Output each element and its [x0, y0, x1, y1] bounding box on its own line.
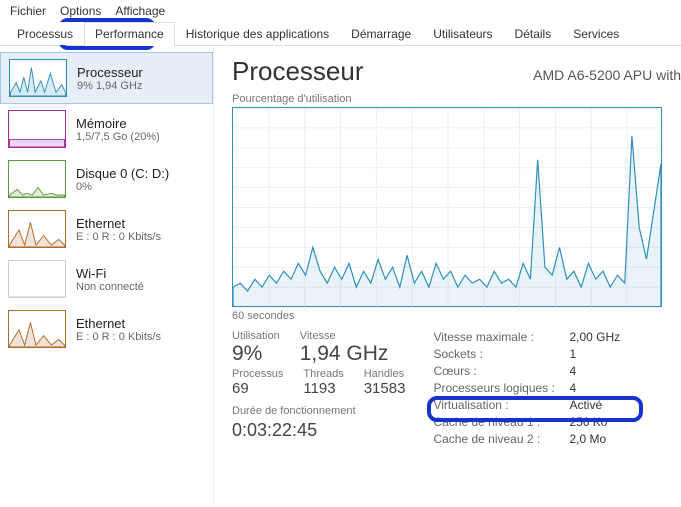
sidebar-thumb	[8, 110, 66, 148]
sidebar-item-ethernet[interactable]: EthernetE : 0 R : 0 Kbits/s	[0, 204, 213, 254]
tab-démarrage[interactable]: Démarrage	[340, 22, 422, 45]
metric-label: Processus	[232, 368, 283, 380]
cpu-name: AMD A6-5200 APU with	[533, 67, 681, 83]
metrics-big: Utilisation9% Vitesse1,94 GHz	[232, 330, 405, 366]
metric-label: Handles	[364, 368, 406, 380]
sidebar-item-sub: 9% 1,94 GHz	[77, 80, 143, 92]
detail-label: Virtualisation :	[433, 398, 563, 412]
detail-label: Processeurs logiques :	[433, 381, 563, 395]
sidebar-item-disque-0-c-d-[interactable]: Disque 0 (C: D:)0%	[0, 154, 213, 204]
metric-vitesse: Vitesse1,94 GHz	[300, 330, 389, 366]
metric-label: Utilisation	[232, 330, 280, 342]
metric-handles: Handles31583	[364, 368, 406, 397]
cpu-chart	[232, 107, 662, 307]
metric-value: 31583	[364, 380, 406, 397]
metric-value: 69	[232, 380, 283, 397]
detail-value: 2,0 Mo	[569, 432, 639, 446]
uptime-value: 0:03:22:45	[232, 420, 405, 441]
sidebar-item-title: Ethernet	[76, 216, 161, 231]
sidebar-item-title: Ethernet	[76, 316, 161, 331]
sidebar-item-processeur[interactable]: Processeur9% 1,94 GHz	[0, 52, 213, 104]
tab-détails[interactable]: Détails	[504, 22, 563, 45]
sidebar-item-title: Processeur	[77, 65, 143, 80]
menu-options[interactable]: Options	[60, 4, 101, 18]
sidebar-item-title: Disque 0 (C: D:)	[76, 166, 169, 181]
main-panel: Processeur AMD A6-5200 APU with Pourcent…	[214, 46, 681, 503]
page-title: Processeur	[232, 56, 364, 87]
detail-value: 4	[569, 364, 639, 378]
tab-processus[interactable]: Processus	[6, 22, 84, 45]
detail-label: Cache de niveau 2 :	[433, 432, 563, 446]
menu-fichier[interactable]: Fichier	[10, 4, 46, 18]
metric-value: 1193	[303, 380, 343, 397]
sidebar-item-sub: E : 0 R : 0 Kbits/s	[76, 331, 161, 343]
sidebar-item-title: Wi-Fi	[76, 266, 144, 281]
detail-value: Activé	[569, 398, 639, 412]
metric-label: Vitesse	[300, 330, 389, 342]
sidebar-item-ethernet[interactable]: EthernetE : 0 R : 0 Kbits/s	[0, 304, 213, 354]
menubar: Fichier Options Affichage	[0, 0, 681, 22]
sidebar-item-wi-fi[interactable]: Wi-FiNon connecté	[0, 254, 213, 304]
metric-value: 9%	[232, 342, 280, 366]
sidebar-thumb	[9, 59, 67, 97]
detail-value: 1	[569, 347, 639, 361]
sidebar: Processeur9% 1,94 GHzMémoire1,5/7,5 Go (…	[0, 46, 214, 503]
detail-value: 4	[569, 381, 639, 395]
metric-label: Threads	[303, 368, 343, 380]
tab-performance[interactable]: Performance	[84, 22, 175, 46]
sidebar-thumb	[8, 310, 66, 348]
tab-utilisateurs[interactable]: Utilisateurs	[422, 22, 503, 45]
detail-label: Cœurs :	[433, 364, 563, 378]
metric-utilisation: Utilisation9%	[232, 330, 280, 366]
sidebar-item-sub: Non connecté	[76, 281, 144, 293]
sidebar-item-sub: 0%	[76, 181, 169, 193]
metric-value: 1,94 GHz	[300, 342, 389, 366]
chart-line	[233, 136, 661, 307]
tab-historique-des-applications[interactable]: Historique des applications	[175, 22, 340, 45]
metric-threads: Threads1193	[303, 368, 343, 397]
sidebar-item-title: Mémoire	[76, 116, 160, 131]
uptime-label: Durée de fonctionnement	[232, 405, 405, 417]
chart-top-label: Pourcentage d'utilisation	[232, 93, 681, 105]
menu-affichage[interactable]: Affichage	[115, 4, 165, 18]
tab-services[interactable]: Services	[562, 22, 630, 45]
sidebar-item-m-moire[interactable]: Mémoire1,5/7,5 Go (20%)	[0, 104, 213, 154]
sidebar-item-sub: 1,5/7,5 Go (20%)	[76, 131, 160, 143]
sidebar-item-sub: E : 0 R : 0 Kbits/s	[76, 231, 161, 243]
metric-processus: Processus69	[232, 368, 283, 397]
detail-label: Vitesse maximale :	[433, 330, 563, 344]
stats-right: Vitesse maximale : 2,00 GHz Sockets : 1 Cœur…	[433, 330, 639, 446]
metrics-sm: Processus69 Threads1193 Handles31583	[232, 368, 405, 397]
detail-value: 256 Ko	[569, 415, 639, 429]
chart-bottom-label: 60 secondes	[232, 310, 681, 322]
sidebar-thumb	[8, 210, 66, 248]
sidebar-thumb	[8, 260, 66, 298]
detail-label: Cache de niveau 1 :	[433, 415, 563, 429]
tab-bar: ProcessusPerformanceHistorique des appli…	[0, 22, 681, 46]
detail-value: 2,00 GHz	[569, 330, 639, 344]
detail-label: Sockets :	[433, 347, 563, 361]
stats-left: Utilisation9% Vitesse1,94 GHz Processus69…	[232, 330, 405, 446]
sidebar-thumb	[8, 160, 66, 198]
